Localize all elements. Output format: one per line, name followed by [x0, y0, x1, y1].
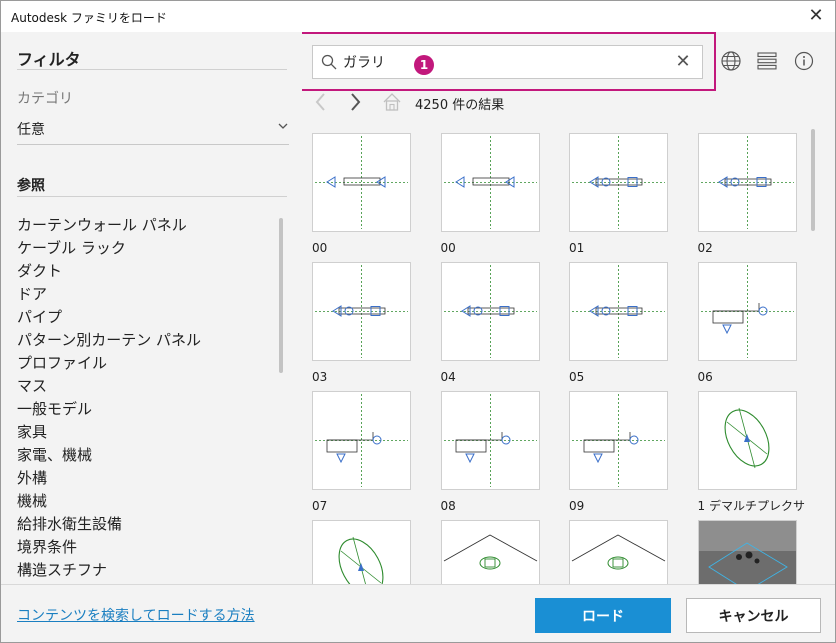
clear-search-icon[interactable]: ✕: [674, 53, 692, 71]
family-tile[interactable]: [302, 514, 412, 584]
family-thumbnail-roof-symbol: [440, 520, 540, 584]
reference-item[interactable]: パターン別カーテン パネル: [17, 329, 272, 352]
close-icon[interactable]: ✕: [805, 5, 827, 27]
navigation-bar: 4250 件の結果: [302, 89, 835, 117]
reference-item[interactable]: 外構: [17, 467, 272, 490]
family-thumbnail-elbow-symbol: [312, 391, 411, 490]
title-bar: Autodesk ファミリをロード ✕: [1, 1, 835, 32]
reference-item[interactable]: プロファイル: [17, 352, 272, 375]
back-arrow-icon[interactable]: [312, 91, 330, 113]
family-thumbnail-valve-symbol: [440, 262, 540, 361]
family-tile[interactable]: [688, 514, 798, 584]
results-pane: 1 ✕ 4250 件の結果 00000102030405060708091 デマ…: [302, 32, 835, 584]
reference-item[interactable]: 給排水衛生設備: [17, 513, 272, 536]
reference-list: カーテンウォール パネル ケーブル ラック ダクト ドア パイプ パターン別カーテン パネ…: [17, 214, 272, 582]
category-label: カテゴリ: [17, 91, 73, 107]
family-tile[interactable]: 09: [559, 385, 669, 515]
divider: [17, 196, 287, 197]
family-tile[interactable]: 1 デマルチプレクサ: [688, 385, 805, 515]
cancel-button[interactable]: キャンセル: [686, 598, 821, 633]
filter-title: フィルタ: [17, 50, 81, 69]
results-grid: 00 00 01 02 03 04 05 06 07 08 09 1 デマルチプレクサ: [302, 127, 822, 584]
reference-item[interactable]: 機械: [17, 490, 272, 513]
help-link[interactable]: コンテンツを検索してロードする方法: [17, 605, 255, 625]
search-box[interactable]: 1 ✕: [312, 45, 703, 79]
reference-item[interactable]: マス: [17, 375, 272, 398]
family-tile[interactable]: 01: [559, 127, 669, 257]
load-family-dialog: Autodesk ファミリをロード ✕ フィルタ カテゴリ 任意 参照 カーテン…: [0, 0, 836, 643]
reference-item[interactable]: カーテンウォール パネル: [17, 214, 272, 237]
sidebar-scrollbar[interactable]: [279, 218, 283, 373]
family-tile[interactable]: 05: [559, 256, 669, 386]
window-title: Autodesk ファミリをロード: [11, 11, 167, 25]
family-tile[interactable]: 04: [431, 256, 541, 386]
search-icon: [321, 54, 337, 70]
family-tile[interactable]: 00: [302, 127, 412, 257]
family-thumbnail-roof-symbol: [569, 520, 668, 584]
family-tile[interactable]: 02: [688, 127, 798, 257]
search-input[interactable]: [343, 51, 663, 73]
chevron-down-icon: [277, 120, 289, 135]
family-tile[interactable]: 07: [302, 385, 412, 515]
reference-item[interactable]: 境界条件: [17, 536, 272, 559]
family-thumbnail-ellipse-symbol: [312, 520, 411, 584]
reference-title: 参照: [17, 178, 45, 194]
reference-item[interactable]: 家電、機械: [17, 444, 272, 467]
results-scrollbar[interactable]: [811, 129, 815, 231]
reference-item[interactable]: ケーブル ラック: [17, 237, 272, 260]
result-count: 4250 件の結果: [415, 98, 505, 113]
family-tile[interactable]: 08: [431, 385, 541, 515]
home-icon[interactable]: [381, 91, 403, 113]
forward-arrow-icon[interactable]: [346, 91, 364, 113]
family-thumbnail-duct-symbol: [440, 133, 540, 232]
reference-item[interactable]: ドア: [17, 283, 272, 306]
family-thumbnail-photo-thumb: [697, 520, 797, 584]
step-badge: 1: [414, 55, 434, 75]
family-tile[interactable]: 06: [688, 256, 798, 386]
reference-item[interactable]: 構造スチフナ: [17, 559, 272, 582]
family-thumbnail-elbow-symbol: [697, 262, 797, 361]
dialog-footer: コンテンツを検索してロードする方法 ロード キャンセル: [1, 584, 835, 642]
family-thumbnail-valve-symbol: [697, 133, 797, 232]
info-icon[interactable]: [793, 50, 815, 72]
divider: [17, 69, 287, 70]
reference-item[interactable]: ダクト: [17, 260, 272, 283]
category-select[interactable]: 任意: [17, 115, 289, 145]
load-button[interactable]: ロード: [535, 598, 671, 633]
category-value: 任意: [17, 122, 45, 138]
family-thumbnail-ellipse-symbol: [697, 391, 797, 490]
family-thumbnail-elbow-symbol: [569, 391, 668, 490]
reference-item[interactable]: 家具: [17, 421, 272, 444]
family-thumbnail-elbow-symbol: [440, 391, 540, 490]
family-thumbnail-valve-symbol: [569, 262, 668, 361]
filter-sidebar: フィルタ カテゴリ 任意 参照 カーテンウォール パネル ケーブル ラック ダクトド…: [1, 32, 302, 584]
list-view-icon[interactable]: [757, 51, 777, 71]
family-thumbnail-duct-symbol: [312, 133, 411, 232]
family-tile[interactable]: 03: [302, 256, 412, 386]
family-thumbnail-valve-symbol: [312, 262, 411, 361]
family-tile[interactable]: [559, 514, 669, 584]
reference-item[interactable]: パイプ: [17, 306, 272, 329]
reference-item[interactable]: 一般モデル: [17, 398, 272, 421]
globe-icon[interactable]: [720, 50, 742, 72]
family-tile[interactable]: 00: [431, 127, 541, 257]
family-tile[interactable]: [431, 514, 541, 584]
family-thumbnail-valve-symbol: [569, 133, 668, 232]
